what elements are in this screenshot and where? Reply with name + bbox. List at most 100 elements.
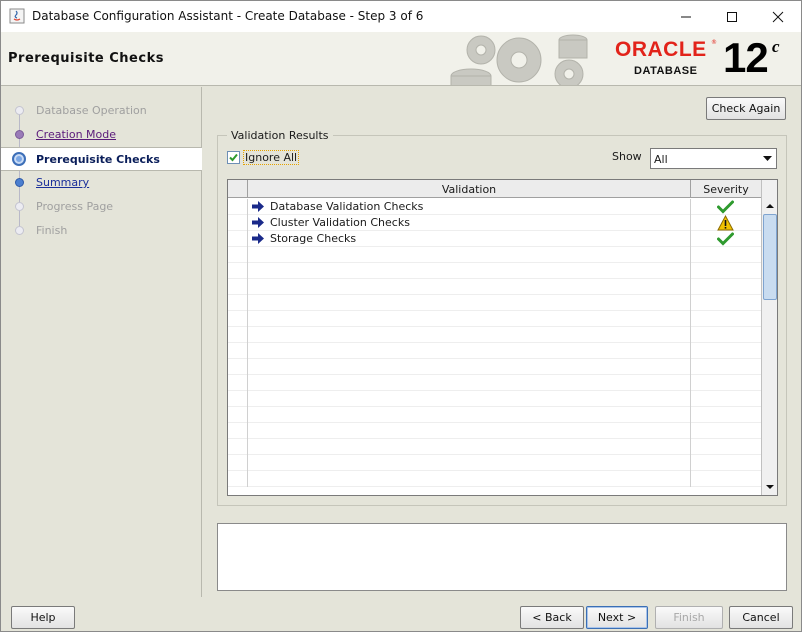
row-index-cell <box>228 391 248 407</box>
validation-cell <box>248 295 691 311</box>
step-dot-icon <box>15 178 24 187</box>
nav-step-progress-page: Progress Page <box>1 196 202 218</box>
validation-cell <box>248 327 691 343</box>
help-button-label: Help <box>30 611 56 624</box>
help-button[interactable]: Help <box>11 606 75 629</box>
expand-arrow-icon[interactable] <box>252 233 264 244</box>
row-index-cell <box>228 455 248 471</box>
scroll-down-button[interactable] <box>762 479 777 495</box>
column-header-severity[interactable]: Severity <box>691 180 761 198</box>
row-index-cell <box>228 311 248 327</box>
severity-cell <box>691 407 761 423</box>
severity-cell <box>691 279 761 295</box>
title-bar: Database Configuration Assistant - Creat… <box>1 1 801 32</box>
ignore-all-label[interactable]: Ignore All <box>243 150 300 165</box>
nav-step-summary[interactable]: Summary <box>1 172 202 194</box>
validation-cell <box>248 439 691 455</box>
check-again-button[interactable]: Check Again <box>706 97 786 120</box>
nav-step-prerequisite-checks: Prerequisite Checks <box>1 147 202 171</box>
cancel-button[interactable]: Cancel <box>729 606 793 629</box>
row-index-cell <box>228 423 248 439</box>
registered-mark: ® <box>711 39 717 46</box>
validation-label: Storage Checks <box>270 232 357 245</box>
table-row[interactable]: Database Validation Checks <box>228 199 761 215</box>
success-check-icon <box>717 232 734 246</box>
nav-step-database-operation: Database Operation <box>1 100 202 122</box>
table-row[interactable]: Cluster Validation Checks <box>228 215 761 231</box>
ignore-all-checkbox[interactable] <box>227 151 240 164</box>
nav-step-label[interactable]: Creation Mode <box>36 128 116 141</box>
product-name: DATABASE <box>634 65 698 77</box>
minimize-icon <box>681 16 691 17</box>
validation-label: Database Validation Checks <box>270 200 424 213</box>
validation-cell <box>248 455 691 471</box>
expand-arrow-icon[interactable] <box>252 201 264 212</box>
validation-cell: Cluster Validation Checks <box>248 215 691 231</box>
severity-cell <box>691 375 761 391</box>
validation-cell <box>248 391 691 407</box>
severity-cell <box>691 231 761 247</box>
row-index-cell <box>228 471 248 487</box>
table-row <box>228 327 761 343</box>
current-step-icon <box>12 152 26 166</box>
validation-label: Cluster Validation Checks <box>270 216 410 229</box>
expand-arrow-icon[interactable] <box>252 217 264 228</box>
nav-step-label[interactable]: Summary <box>36 176 89 189</box>
version-number: 12 <box>723 34 769 81</box>
table-row <box>228 263 761 279</box>
row-index-cell <box>228 343 248 359</box>
scroll-up-button[interactable] <box>762 198 777 214</box>
validation-cell <box>248 263 691 279</box>
oracle-logo: ORACLE <box>615 38 707 61</box>
warning-icon <box>717 215 734 231</box>
table-row <box>228 279 761 295</box>
step-navigator: Database Operation Creation Mode Prerequ… <box>1 87 202 597</box>
severity-cell <box>691 263 761 279</box>
finish-button: Finish <box>655 606 723 629</box>
show-filter-label: Show <box>612 150 642 163</box>
table-row <box>228 343 761 359</box>
table-row <box>228 439 761 455</box>
page-title: Prerequisite Checks <box>8 51 164 66</box>
row-index-cell <box>228 439 248 455</box>
finish-button-label: Finish <box>673 611 705 624</box>
next-button-label: Next > <box>597 611 637 624</box>
next-button[interactable]: Next > <box>586 606 648 629</box>
close-button[interactable] <box>755 1 801 32</box>
header-index-cell <box>228 180 248 198</box>
severity-cell <box>691 327 761 343</box>
severity-cell <box>691 215 761 231</box>
severity-cell <box>691 295 761 311</box>
maximize-button[interactable] <box>709 1 755 32</box>
header-banner: Prerequisite Checks ORACLE ® DATABASE 12… <box>1 32 801 86</box>
nav-step-label: Prerequisite Checks <box>36 153 160 166</box>
minimize-button[interactable] <box>663 1 709 32</box>
validation-cell: Storage Checks <box>248 231 691 247</box>
validation-cell <box>248 311 691 327</box>
row-index-cell <box>228 263 248 279</box>
cancel-button-label: Cancel <box>742 611 780 624</box>
nav-step-creation-mode[interactable]: Creation Mode <box>1 124 202 146</box>
back-button[interactable]: < Back <box>520 606 584 629</box>
table-row <box>228 407 761 423</box>
table-vertical-scrollbar[interactable] <box>761 180 777 495</box>
version-suffix: c <box>772 37 780 56</box>
checkmark-icon <box>229 153 238 162</box>
validation-cell: Database Validation Checks <box>248 199 691 215</box>
chevron-down-icon <box>763 156 772 161</box>
severity-cell <box>691 391 761 407</box>
nav-step-label: Progress Page <box>36 200 114 213</box>
details-pane[interactable] <box>217 523 787 591</box>
show-filter-dropdown[interactable]: All <box>650 148 777 169</box>
scroll-thumb[interactable] <box>763 214 777 300</box>
arrow-down-icon <box>766 485 774 489</box>
severity-cell <box>691 343 761 359</box>
nav-step-finish: Finish <box>1 220 202 242</box>
table-row <box>228 375 761 391</box>
table-row <box>228 359 761 375</box>
row-index-cell <box>228 279 248 295</box>
table-row[interactable]: Storage Checks <box>228 231 761 247</box>
validation-cell <box>248 279 691 295</box>
table-row <box>228 295 761 311</box>
column-header-validation[interactable]: Validation <box>248 180 691 198</box>
